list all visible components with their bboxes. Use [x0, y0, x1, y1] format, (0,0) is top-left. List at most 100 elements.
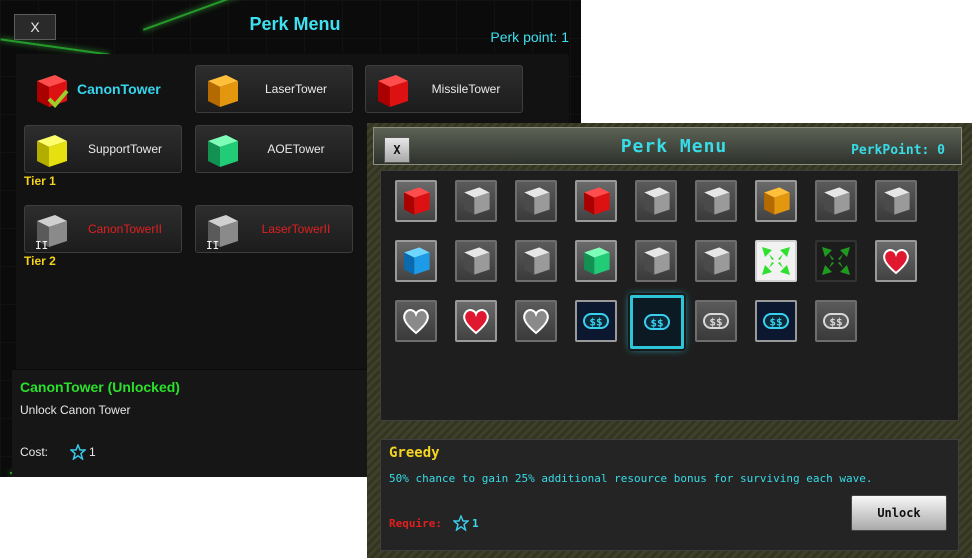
locked-gray-cube-icon: II [31, 211, 71, 254]
money-icon: $$ [580, 305, 612, 337]
orange-cube-icon [202, 71, 242, 114]
tower-button-canon-ii[interactable]: II CanonTowerII [24, 205, 182, 253]
svg-text:$$: $$ [769, 316, 782, 329]
tower-button-laser-ii[interactable]: II LaserTowerII [195, 205, 353, 253]
cube-icon [459, 184, 493, 218]
tower-button-support[interactable]: SupportTower [24, 125, 182, 173]
perk-slot-orange-cube[interactable] [755, 180, 797, 222]
tower-label: CanonTower [77, 81, 161, 97]
red-cube-icon [372, 71, 412, 114]
perk-description-panel: Greedy 50% chance to gain 25% additional… [380, 439, 959, 551]
svg-text:$$: $$ [829, 316, 842, 329]
tower-button-aoe[interactable]: AOETower [195, 125, 353, 173]
cube-icon [459, 244, 493, 278]
require-label: Require: [389, 517, 442, 530]
perk-slot-range-locked[interactable] [815, 240, 857, 282]
perk-slot-red-cube[interactable] [575, 180, 617, 222]
heart-icon [880, 245, 912, 277]
perk-description: 50% chance to gain 25% additional resour… [389, 472, 873, 485]
tier-2-label: Tier 2 [24, 254, 56, 268]
cube-icon [759, 184, 793, 218]
perk-points-display: Perk point: 1 [490, 29, 569, 45]
selected-tower-description: Unlock Canon Tower [20, 403, 131, 417]
perk-slot-heart[interactable] [455, 300, 497, 342]
perk-slot-blue-cube[interactable] [395, 240, 437, 282]
perk-window-header: X Perk Menu PerkPoint: 0 [373, 127, 962, 165]
perk-slot-gray-cube[interactable] [635, 240, 677, 282]
tower-button-canon[interactable]: CanonTower [24, 65, 182, 113]
perk-slot-range[interactable] [755, 240, 797, 282]
perk-slot-red-cube[interactable] [395, 180, 437, 222]
perk-slot-gray-cube[interactable] [875, 180, 917, 222]
cube-icon [879, 184, 913, 218]
cube-icon [579, 184, 613, 218]
tier-1-label: Tier 1 [24, 174, 56, 188]
perk-slot-gray-cube[interactable] [515, 240, 557, 282]
perk-slot-money[interactable]: $$ [755, 300, 797, 342]
cube-icon [519, 244, 553, 278]
cube-icon [399, 184, 433, 218]
star-icon [70, 444, 86, 460]
tower-button-laser[interactable]: LaserTower [195, 65, 353, 113]
money-icon: $$ [641, 306, 673, 338]
money-icon: $$ [760, 305, 792, 337]
cube-icon [699, 244, 733, 278]
perk-points-display: PerkPoint: 0 [851, 143, 945, 158]
svg-text:$$: $$ [650, 317, 663, 330]
svg-text:II: II [206, 239, 219, 251]
perk-slot-heart-locked[interactable] [395, 300, 437, 342]
locked-gray-cube-icon: II [202, 211, 242, 254]
tower-label: CanonTowerII [87, 222, 163, 236]
money-icon: $$ [820, 305, 852, 337]
cube-icon [699, 184, 733, 218]
perk-slot-gray-cube[interactable] [695, 180, 737, 222]
cube-icon [819, 184, 853, 218]
perk-name: Greedy [389, 445, 440, 461]
green-cube-icon [202, 131, 242, 174]
svg-text:$$: $$ [589, 316, 602, 329]
perk-slot-gray-cube[interactable] [455, 180, 497, 222]
tower-label: SupportTower [87, 142, 163, 156]
close-button[interactable]: X [14, 14, 56, 40]
perk-slot-gray-cube[interactable] [515, 180, 557, 222]
perk-slot-heart[interactable] [875, 240, 917, 282]
close-button[interactable]: X [384, 137, 410, 163]
cost-label: Cost: [20, 445, 49, 459]
heart-icon [520, 305, 552, 337]
perk-slot-money-locked[interactable]: $$ [815, 300, 857, 342]
perk-slot-heart-locked[interactable] [515, 300, 557, 342]
unlock-button[interactable]: Unlock [851, 495, 947, 531]
cost-amount: 1 [89, 445, 96, 459]
svg-text:$$: $$ [709, 316, 722, 329]
tower-button-missile[interactable]: MissileTower [365, 65, 523, 113]
window-title: Perk Menu [249, 14, 341, 34]
expand-arrows-icon [820, 245, 852, 277]
cube-icon [639, 184, 673, 218]
cube-icon [519, 184, 553, 218]
cube-icon [639, 244, 673, 278]
cube-icon [579, 244, 613, 278]
tower-label: MissileTower [431, 82, 501, 96]
require-value: 1 [453, 515, 479, 531]
cube-icon [399, 244, 433, 278]
heart-icon [460, 305, 492, 337]
perk-slot-gray-cube[interactable] [695, 240, 737, 282]
tower-label: LaserTower [264, 82, 328, 96]
tower-label: LaserTowerII [261, 222, 331, 236]
perk-grid: $$ $$ $$ $$ $$ [380, 170, 959, 421]
perk-window: X Perk Menu PerkPoint: 0 $$ $$ $$ $$ $$ Gree… [367, 123, 972, 558]
svg-text:II: II [35, 239, 48, 251]
perk-slot-money-selected[interactable]: $$ [630, 295, 684, 349]
perk-slot-gray-cube[interactable] [635, 180, 677, 222]
perk-slot-gray-cube[interactable] [455, 240, 497, 282]
tower-label: AOETower [267, 142, 325, 156]
expand-arrows-icon [760, 245, 792, 277]
heart-icon [400, 305, 432, 337]
perk-slot-gray-cube[interactable] [815, 180, 857, 222]
perk-slot-money[interactable]: $$ [575, 300, 617, 342]
perk-slot-green-cube[interactable] [575, 240, 617, 282]
require-amount: 1 [472, 516, 479, 530]
star-icon [453, 515, 469, 531]
money-icon: $$ [700, 305, 732, 337]
perk-slot-money-locked[interactable]: $$ [695, 300, 737, 342]
